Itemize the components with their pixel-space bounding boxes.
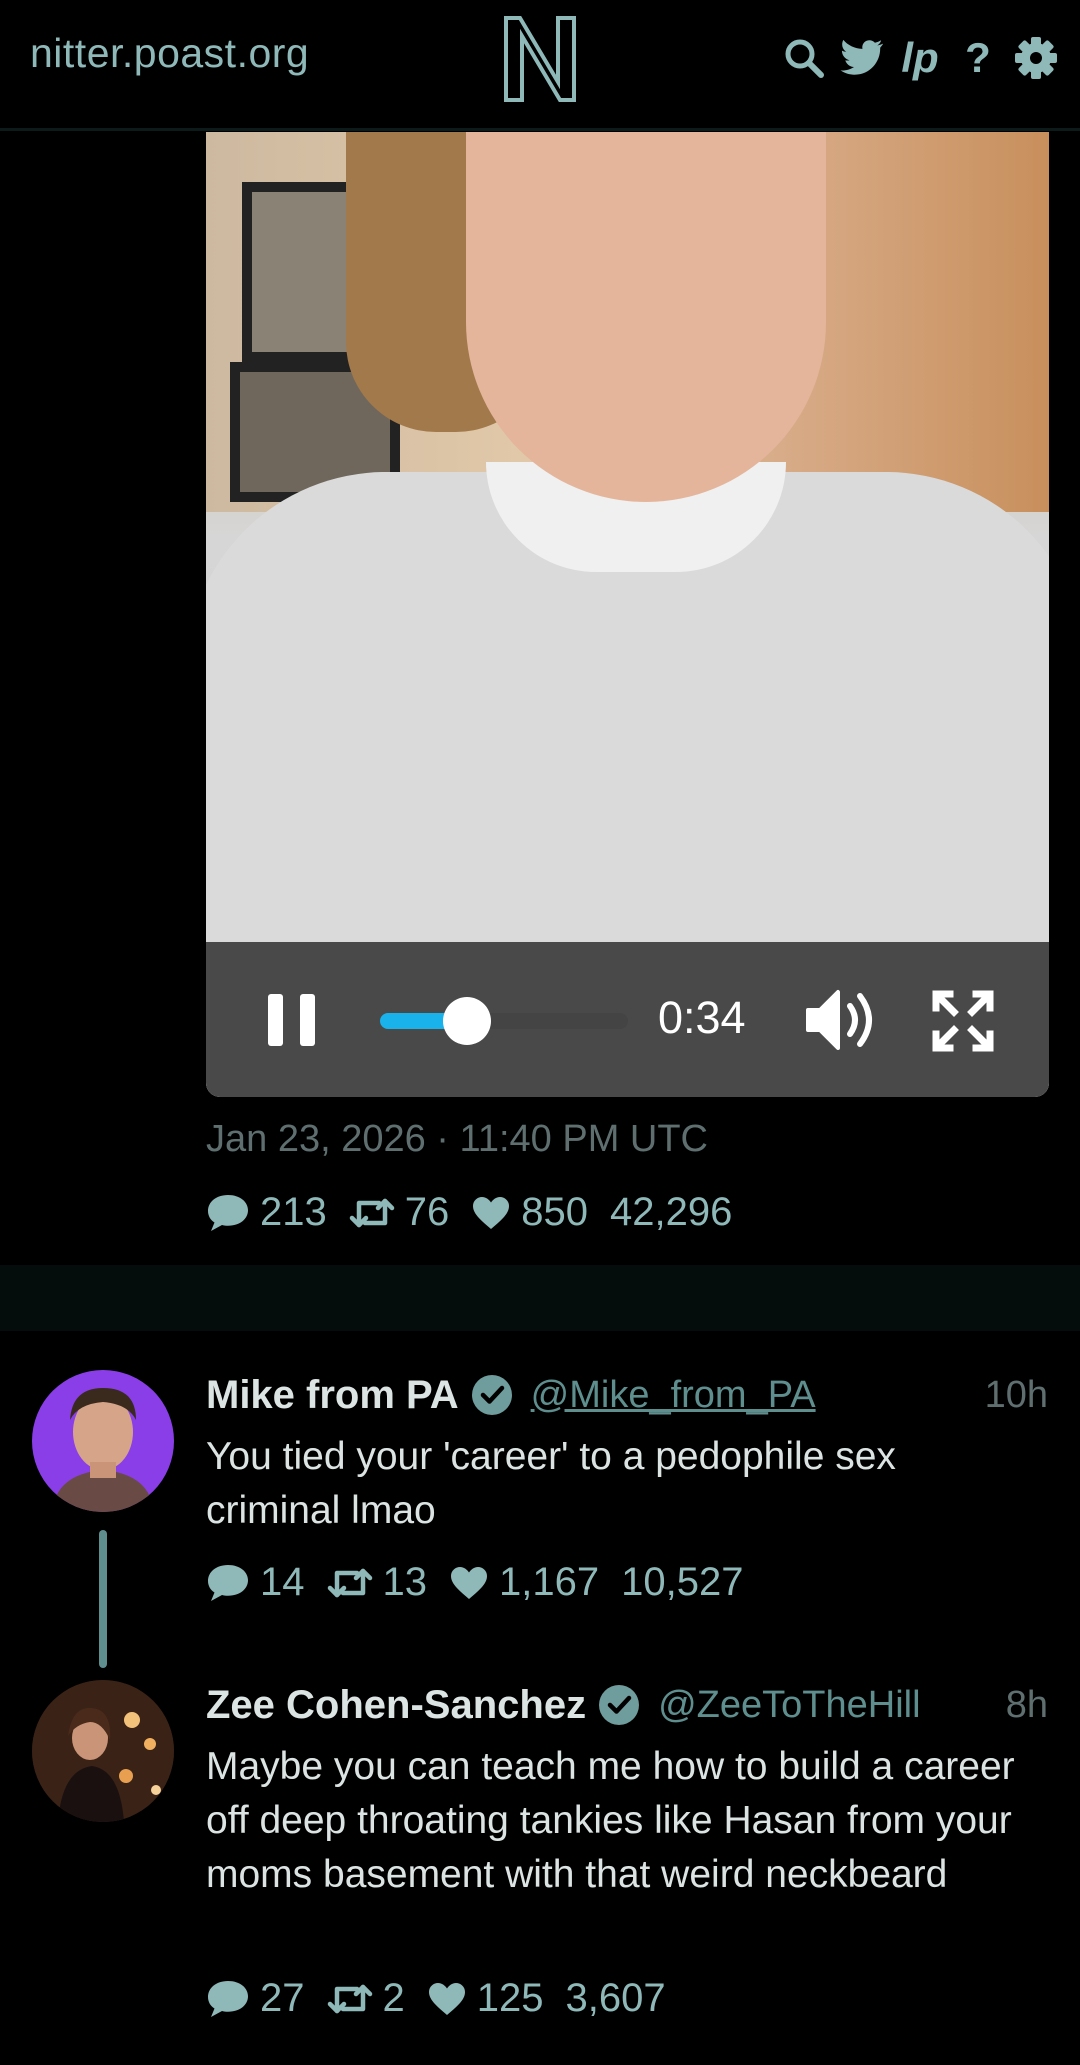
- retweet-icon: [327, 1568, 372, 1597]
- comment-icon: [208, 1194, 248, 1231]
- reply-stat[interactable]: 27: [206, 1976, 305, 2021]
- verified-badge-icon: [471, 1375, 512, 1415]
- verified-badge-icon: [599, 1685, 640, 1725]
- author-handle[interactable]: @Mike_from_PA: [531, 1374, 816, 1417]
- like-count: 125: [476, 1976, 544, 2020]
- reply-stats: 27 2 125 3,607: [206, 1976, 666, 2021]
- retweet-count: 13: [382, 1560, 428, 1604]
- top-nav-bar: nitter.poast.org lp ?: [0, 0, 1080, 131]
- retweet-stat[interactable]: 13: [327, 1560, 428, 1605]
- retweet-stat[interactable]: 76: [349, 1190, 450, 1235]
- comment-icon: [208, 1980, 248, 2017]
- reply-count: 14: [260, 1560, 305, 1604]
- tweet-stats: 213 76 850 42,296: [206, 1190, 732, 1235]
- heart-icon: [473, 1196, 510, 1229]
- retweet-count: 2: [382, 1976, 405, 2020]
- volume-icon[interactable]: [804, 988, 882, 1052]
- video-progress-knob[interactable]: [442, 997, 491, 1045]
- heart-icon: [428, 1982, 465, 2015]
- reply-tweet-2[interactable]: Zee Cohen-Sanchez @ZeeToTheHill 8h Maybe…: [0, 1680, 1080, 2030]
- tweet-date[interactable]: Jan 23, 2026 · 11:40 PM UTC: [206, 1118, 708, 1161]
- reply-stat[interactable]: 213: [206, 1190, 327, 1235]
- heart-icon: [451, 1566, 487, 1599]
- view-count: 3,607: [565, 1976, 666, 2020]
- site-name-link[interactable]: nitter.poast.org: [30, 30, 309, 77]
- reply-tweet-1[interactable]: Mike from PA @Mike_from_PA 10h You tied …: [0, 1370, 1080, 1668]
- author-name[interactable]: Zee Cohen-Sanchez: [206, 1683, 586, 1728]
- thread-connector-line: [99, 1530, 107, 1668]
- retweet-icon: [327, 1984, 372, 2013]
- reply-timestamp[interactable]: 8h: [1006, 1684, 1048, 1727]
- video-subject-face: [466, 132, 826, 502]
- reply-stat[interactable]: 14: [206, 1560, 305, 1605]
- reply-text: Maybe you can teach me how to build a ca…: [206, 1745, 1015, 1896]
- reply-timestamp[interactable]: 10h: [985, 1374, 1048, 1417]
- avatar[interactable]: [32, 1370, 174, 1512]
- video-controls: 0:34: [206, 942, 1049, 1097]
- avatar[interactable]: [32, 1680, 174, 1822]
- view-stat: 42,296: [610, 1190, 732, 1235]
- retweet-icon: [349, 1198, 394, 1227]
- lp-icon[interactable]: lp: [898, 34, 942, 81]
- fullscreen-icon[interactable]: [932, 990, 994, 1052]
- reply-header: Mike from PA @Mike_from_PA 10h: [206, 1370, 1048, 1420]
- video-progress-slider[interactable]: [380, 997, 628, 1045]
- like-count: 1,167: [499, 1560, 600, 1604]
- nitter-logo-icon[interactable]: [500, 12, 580, 104]
- like-stat[interactable]: 1,167: [449, 1560, 599, 1605]
- author-handle[interactable]: @ZeeToTheHill: [658, 1684, 920, 1727]
- like-stat[interactable]: 125: [427, 1976, 544, 2021]
- like-count: 850: [521, 1190, 588, 1234]
- video-player[interactable]: 0:34: [206, 132, 1049, 1097]
- view-count: 42,296: [610, 1190, 733, 1234]
- search-icon[interactable]: [782, 36, 826, 80]
- author-name[interactable]: Mike from PA: [206, 1373, 459, 1418]
- retweet-count: 76: [404, 1190, 450, 1234]
- reply-header: Zee Cohen-Sanchez @ZeeToTheHill 8h: [206, 1680, 1048, 1730]
- twitter-bird-icon[interactable]: [840, 36, 884, 80]
- help-icon[interactable]: ?: [956, 34, 1000, 81]
- comment-icon: [208, 1564, 248, 1601]
- reply-count: 27: [260, 1976, 305, 2020]
- view-count: 10,527: [621, 1560, 744, 1604]
- nav-icons: lp ?: [782, 30, 1058, 86]
- gear-icon[interactable]: [1014, 36, 1058, 80]
- thread-divider: [0, 1265, 1080, 1331]
- retweet-stat[interactable]: 2: [327, 1976, 405, 2021]
- view-stat: 3,607: [566, 1976, 666, 2021]
- reply-text: You tied your 'career' to a pedophile se…: [206, 1435, 896, 1532]
- video-time: 0:34: [658, 992, 746, 1043]
- reply-stats: 14 13 1,167 10,527: [206, 1560, 743, 1605]
- pause-button[interactable]: [268, 994, 316, 1046]
- view-stat: 10,527: [621, 1560, 743, 1605]
- like-stat[interactable]: 850: [471, 1190, 588, 1235]
- reply-count: 213: [260, 1190, 327, 1234]
